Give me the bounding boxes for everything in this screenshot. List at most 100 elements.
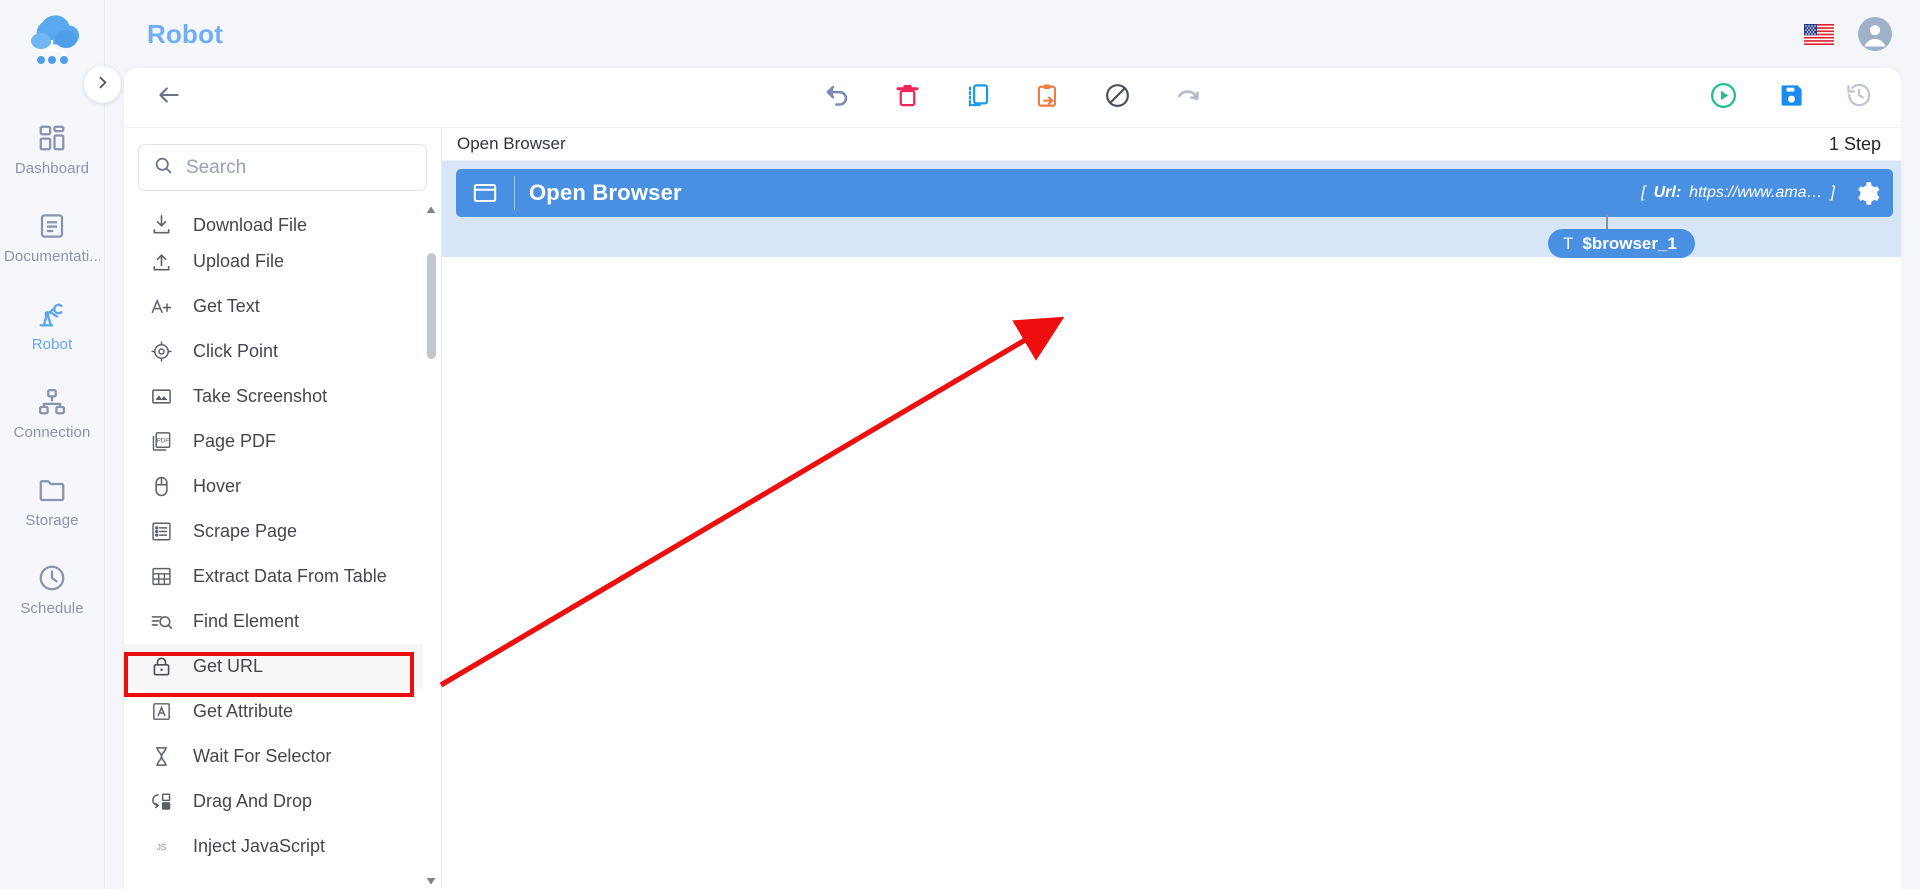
sidebar-item-documentation[interactable]: Documentati... <box>0 194 104 282</box>
search-box[interactable] <box>138 144 427 191</box>
sidebar-expand-button[interactable] <box>84 66 121 103</box>
target-icon <box>150 340 173 363</box>
delete-button[interactable] <box>888 78 928 118</box>
list-icon <box>150 520 173 543</box>
action-item-extract-data-from-table[interactable]: Extract Data From Table <box>124 554 423 599</box>
clock-icon <box>37 563 67 593</box>
action-list-scroll: Download File Upload File Get Text Click… <box>124 201 423 889</box>
sidebar-item-connection[interactable]: Connection <box>0 370 104 458</box>
disable-button[interactable] <box>1098 78 1138 118</box>
copy-button[interactable] <box>958 78 998 118</box>
letter-a-box-icon <box>150 700 173 723</box>
arrow-left-icon <box>156 82 182 113</box>
action-item-label: Inject JavaScript <box>193 836 326 856</box>
dashboard-icon <box>37 123 67 153</box>
action-item-label: Find Element <box>193 611 300 631</box>
sidebar-item-storage[interactable]: Storage <box>0 458 104 546</box>
editor-toolbar <box>124 68 1901 128</box>
block-icon <box>1104 82 1131 114</box>
history-icon <box>1845 81 1873 114</box>
action-item-label: Drag And Drop <box>193 791 313 811</box>
param-bracket-open: [ <box>1641 184 1646 201</box>
drag-drop-icon <box>150 790 173 813</box>
pdf-icon: PDF <box>150 430 173 453</box>
paste-button[interactable] <box>1028 78 1068 118</box>
action-item-find-element[interactable]: Find Element <box>124 599 423 644</box>
action-item-download-file[interactable]: Download File <box>124 201 423 239</box>
sidebar-item-schedule[interactable]: Schedule <box>0 546 104 634</box>
editor-body: Download File Upload File <box>124 128 1901 889</box>
action-item-wait-for-selector[interactable]: Wait For Selector <box>124 734 423 779</box>
gear-icon[interactable] <box>1853 179 1881 207</box>
param-value: https://www.ama… <box>1689 184 1823 201</box>
action-item-label: Get Text <box>193 296 260 316</box>
upload-icon <box>150 250 173 273</box>
caret-down-icon[interactable] <box>425 874 437 887</box>
action-item-label: Upload File <box>193 251 285 271</box>
action-item-page-pdf[interactable]: PDF Page PDF <box>124 419 423 464</box>
action-item-take-screenshot[interactable]: Take Screenshot <box>124 374 423 419</box>
caret-up-icon[interactable] <box>425 203 437 216</box>
variable-name: $browser_1 <box>1582 233 1677 253</box>
js-icon: JS <box>150 835 173 858</box>
sidebar-item-label: Connection <box>13 424 91 441</box>
history-button[interactable] <box>1839 78 1879 118</box>
svg-text:PDF: PDF <box>157 437 170 444</box>
scrollbar-thumb[interactable] <box>427 253 436 359</box>
action-item-label: Get Attribute <box>193 701 294 721</box>
action-item-scrape-page[interactable]: Scrape Page <box>124 509 423 554</box>
page-title: Robot <box>147 18 224 49</box>
image-icon <box>150 385 173 408</box>
clipboard-arrow-icon <box>1034 82 1061 114</box>
param-bracket-close: ] <box>1830 184 1835 201</box>
action-item-upload-file[interactable]: Upload File <box>124 239 423 284</box>
search-wrapper <box>124 128 441 201</box>
action-item-get-text[interactable]: Get Text <box>124 284 423 329</box>
action-item-drag-and-drop[interactable]: Drag And Drop <box>124 779 423 824</box>
back-button[interactable] <box>148 77 190 119</box>
step-divider <box>514 176 515 210</box>
action-item-label: Download File <box>193 215 308 235</box>
us-flag-icon[interactable] <box>1804 23 1834 45</box>
undo-button[interactable] <box>818 78 858 118</box>
svg-text:JS: JS <box>157 843 167 852</box>
action-item-hover[interactable]: Hover <box>124 464 423 509</box>
redo-button[interactable] <box>1168 78 1208 118</box>
sidebar-item-robot[interactable]: Robot <box>0 282 104 370</box>
text-plus-icon <box>150 295 173 318</box>
search-icon <box>153 155 174 181</box>
sidebar-item-label: Documentati... <box>4 248 100 265</box>
save-button[interactable] <box>1771 78 1811 118</box>
copy-icon <box>964 82 991 114</box>
action-list: Download File Upload File Get Text Click… <box>124 201 441 889</box>
toolbar-right-buttons <box>1703 78 1879 118</box>
panel-scrollbar[interactable] <box>425 201 437 889</box>
step-parameters: [ Url: https://www.ama… ] <box>1641 184 1835 202</box>
document-icon <box>37 211 67 241</box>
sidebar: Dashboard Documentati... Robot Connectio… <box>0 0 121 889</box>
sidebar-item-dashboard[interactable]: Dashboard <box>0 106 104 194</box>
mouse-icon <box>150 475 173 498</box>
flow-name: Open Browser <box>457 134 566 153</box>
action-item-inject-javascript[interactable]: JS Inject JavaScript <box>124 824 423 869</box>
user-avatar-icon[interactable] <box>1858 17 1892 51</box>
find-element-icon <box>150 610 173 633</box>
variable-type-glyph: T <box>1563 233 1574 253</box>
variable-badge-browser-1[interactable]: T $browser_1 <box>1548 229 1695 258</box>
hourglass-icon <box>150 745 173 768</box>
robot-arm-icon <box>37 299 67 329</box>
sidebar-item-label: Storage <box>25 512 79 529</box>
cloud-robot-logo-icon <box>19 14 85 76</box>
download-icon <box>150 213 173 236</box>
action-item-click-point[interactable]: Click Point <box>124 329 423 374</box>
browser-window-icon <box>472 180 498 206</box>
action-item-get-url[interactable]: Get URL <box>124 644 423 689</box>
action-panel: Download File Upload File <box>124 128 442 889</box>
lock-icon <box>150 655 173 678</box>
sidebar-items: Dashboard Documentati... Robot Connectio… <box>0 106 104 634</box>
search-input[interactable] <box>186 156 412 179</box>
action-item-label: Extract Data From Table <box>193 566 387 586</box>
action-item-get-attribute[interactable]: Get Attribute <box>124 689 423 734</box>
step-node-open-browser[interactable]: Open Browser [ Url: https://www.ama… ] <box>456 169 1893 217</box>
run-button[interactable] <box>1703 78 1743 118</box>
